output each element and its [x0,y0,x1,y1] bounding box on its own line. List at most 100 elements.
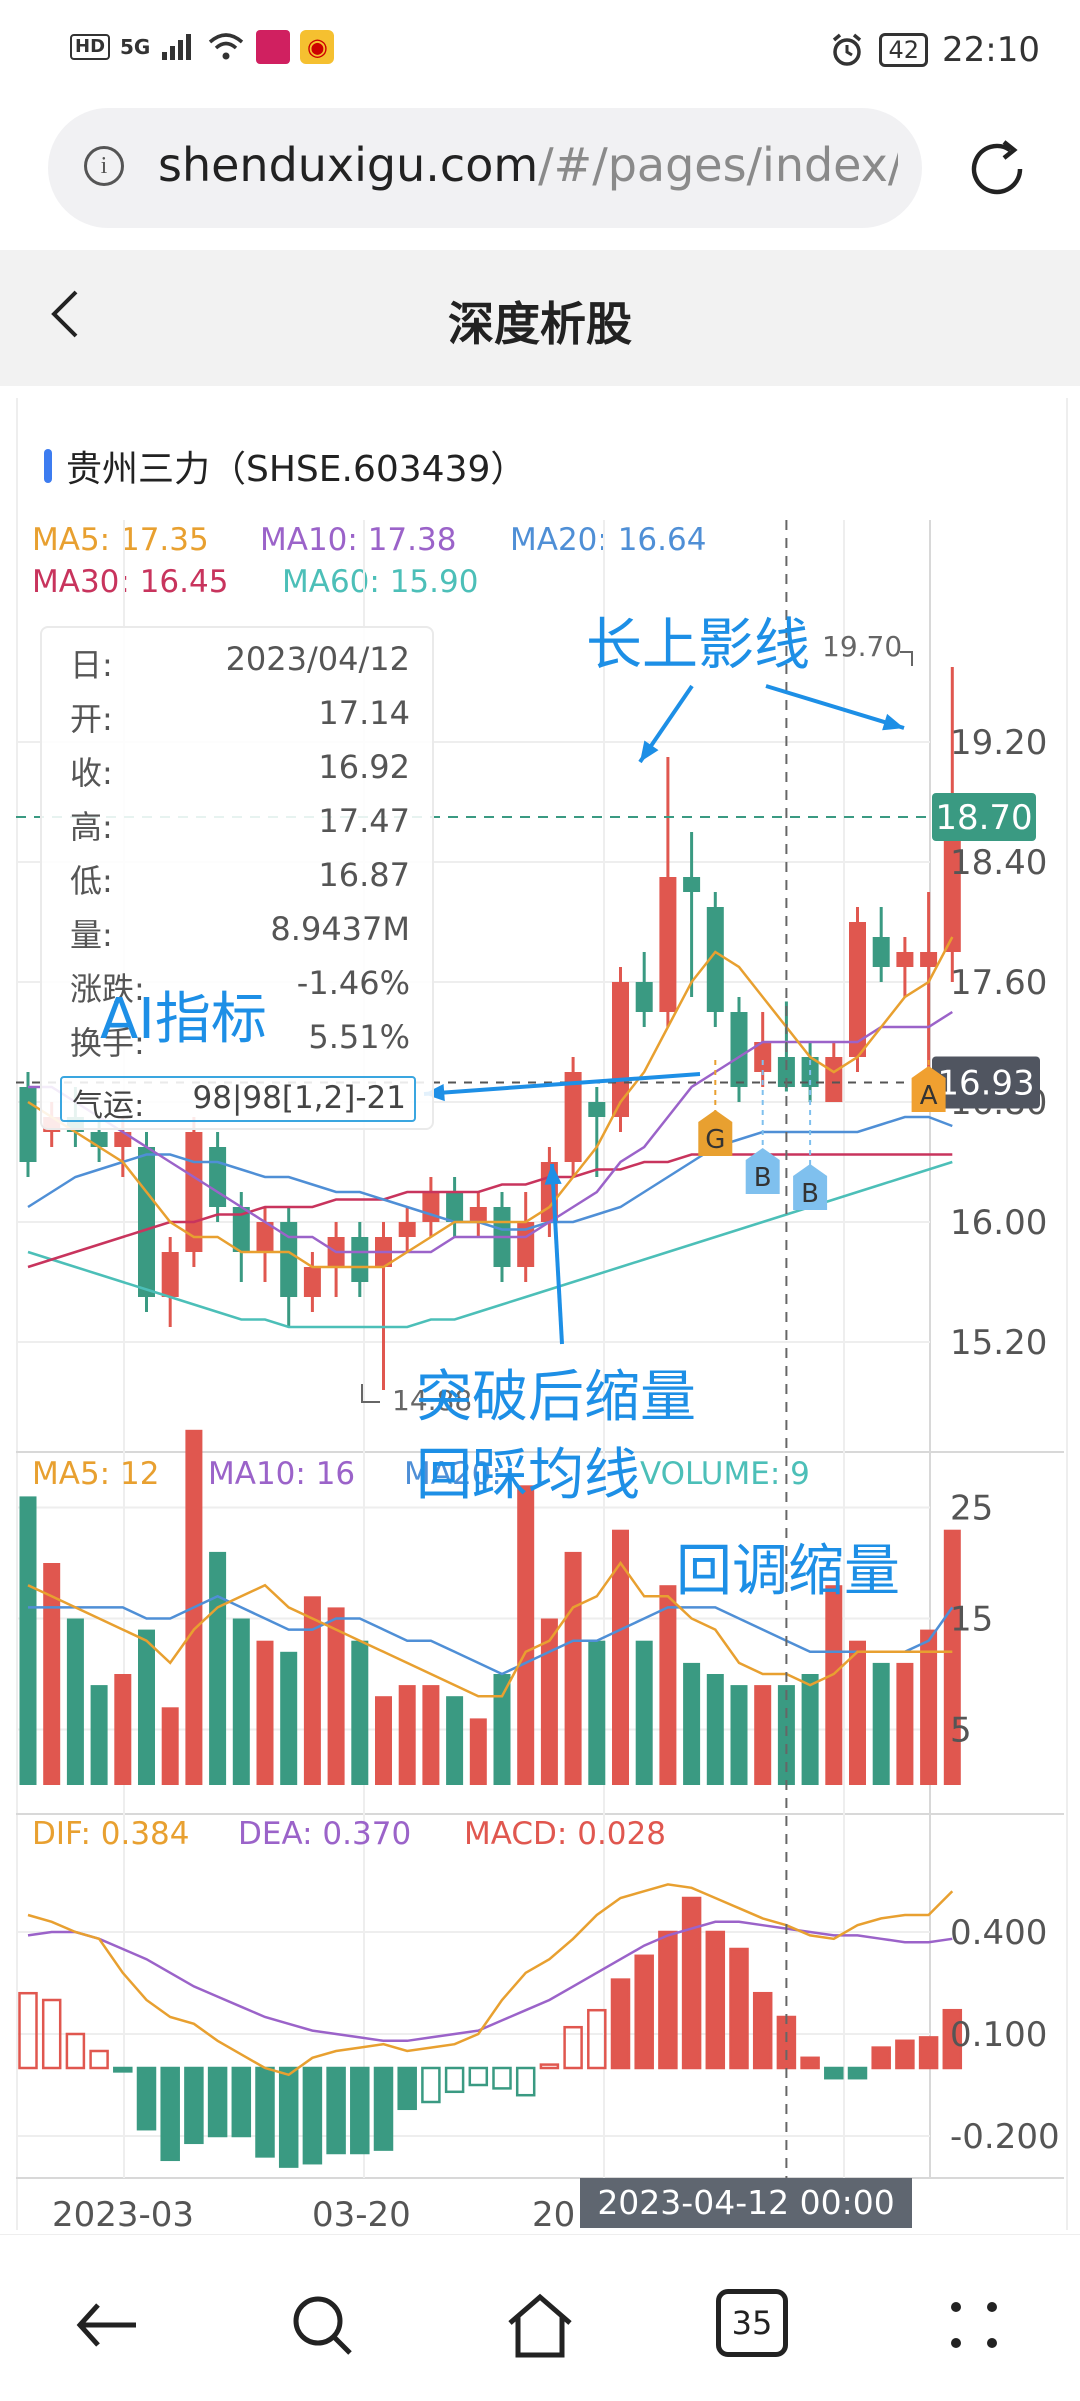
tabs-count: 35 [731,2304,773,2342]
macd-legend: MACD: 0.028 [464,1816,666,1852]
tooltip-row-high: 高: 17.47 [70,802,410,846]
volume-bar [706,1674,724,1785]
candle-body [209,1147,227,1207]
volume-bar [683,1662,701,1785]
candle-body [635,982,653,1012]
volume-bar [659,1585,677,1785]
tooltip-row-qiyun: 气运: 98|98[1,2]-21 [60,1076,416,1124]
price-tick-label: 18.40 [950,843,1047,883]
annotation-breakout-2: 回踩均线 [416,1443,640,1508]
macd-histogram-bar [207,2066,228,2138]
macd-histogram-bar [326,2066,346,2155]
macd-histogram-bar [658,1930,678,2070]
annotation-arrow-ai [423,1072,701,1096]
volume-bar [232,1618,250,1785]
tooltip-row-close: 收: 16.92 [70,748,410,792]
dea-line [27,1920,953,2043]
macd-histogram-bar [824,2066,844,2080]
candle-body [469,1207,487,1222]
volume-bar [398,1685,416,1785]
macd-histogram-bar [136,2066,157,2131]
macd-histogram-bar [278,2066,299,2168]
candle-body [730,1012,748,1087]
volume-bar [612,1529,629,1785]
tooltip-row-low: 低: 16.87 [70,856,410,900]
cursor-price-label: 16.93 [937,1064,1034,1104]
menu-icon[interactable] [934,2285,1014,2365]
volume-bar [161,1707,179,1785]
candle-body [588,1102,606,1117]
back-icon[interactable] [68,2285,148,2365]
macd-histogram-bar [231,2066,252,2138]
cursor-date-label: 2023-04-12 00:00 [580,2178,912,2228]
volume-bar [849,1640,866,1785]
volume-bar [446,1696,464,1785]
volume-bar [825,1585,843,1785]
candle-body [114,1132,132,1147]
volume-bar [114,1674,132,1785]
macd-histogram-bar [918,2036,939,2070]
volume-bar [66,1618,84,1785]
price-tick-label: 19.20 [950,723,1047,763]
tabs-button[interactable]: 35 [716,2289,788,2357]
annotation-arrow-shadow-left-head [640,740,659,762]
signal-label: A [920,1081,938,1111]
macd-histogram-bar [350,2066,370,2155]
candle-body [161,1252,179,1297]
macd-histogram-bar [492,2066,512,2090]
macd-histogram-bar [89,2049,109,2070]
volume-bar [564,1551,582,1785]
annotation-upper-shadow: 长上影线 [586,613,810,678]
macd-panel [18,1883,963,2168]
candle-body [446,1192,464,1222]
macd-histogram-bar [681,1896,702,2070]
volume-tick-label: 25 [950,1489,993,1529]
volume-tick-label: 15 [950,1600,993,1640]
volume-bar [896,1662,914,1785]
macd-histogram-bar [729,1947,749,2070]
volume-bar [375,1696,392,1785]
candle-body [896,952,914,967]
candle-body [138,1147,155,1297]
candle-body [303,1267,321,1297]
volume-bar [303,1596,321,1785]
max-price-label: 19.70 [822,630,902,663]
vol-volume-legend: VOLUME: 9 [640,1456,810,1492]
macd-histogram-bar [373,2066,394,2151]
volume-tick-label: 5 [950,1711,972,1751]
macd-histogram-bar [160,2066,180,2162]
candle-body [849,922,866,1057]
candle-body [920,952,938,967]
candle-body [825,1057,843,1102]
dif-legend: DIF: 0.384 [32,1816,190,1852]
candle-body [90,1132,108,1147]
volume-bar [872,1662,890,1785]
macd-histogram-bar [444,2066,465,2094]
annotation-pullback: 回调缩量 [676,1539,900,1604]
bottom-nav: 35 [0,2234,1080,2401]
candle-body [872,937,890,967]
candle-body [612,982,629,1117]
macd-histogram-bar [184,2066,204,2145]
search-icon[interactable] [282,2285,362,2365]
macd-histogram-bar [776,2015,797,2070]
price-tick-label: 15.20 [950,1323,1047,1363]
home-icon[interactable] [500,2285,580,2365]
vol-ma5-legend: MA5: 12 [32,1456,160,1492]
volume-bar [351,1640,369,1785]
price-tick-label: 17.60 [950,963,1047,1003]
macd-tick-label: 0.400 [950,1913,1047,1953]
x-axis-label: 03-20 [312,2195,411,2235]
price-tick-label: 16.00 [950,1203,1047,1243]
candle-body [351,1237,369,1282]
macd-histogram-bar [847,2066,868,2080]
dea-legend: DEA: 0.370 [238,1816,412,1852]
signal-label: B [754,1163,772,1193]
macd-histogram-bar [539,2063,560,2070]
annotation-arrow-shadow-right-head [882,713,904,731]
volume-bar [730,1685,748,1785]
kline-chart[interactable]: 19.2018.4017.6016.8016.0015.20251550.400… [0,0,1080,2400]
macd-histogram-bar [515,2066,536,2097]
candle-body [398,1222,416,1237]
candle-body [19,1087,37,1162]
